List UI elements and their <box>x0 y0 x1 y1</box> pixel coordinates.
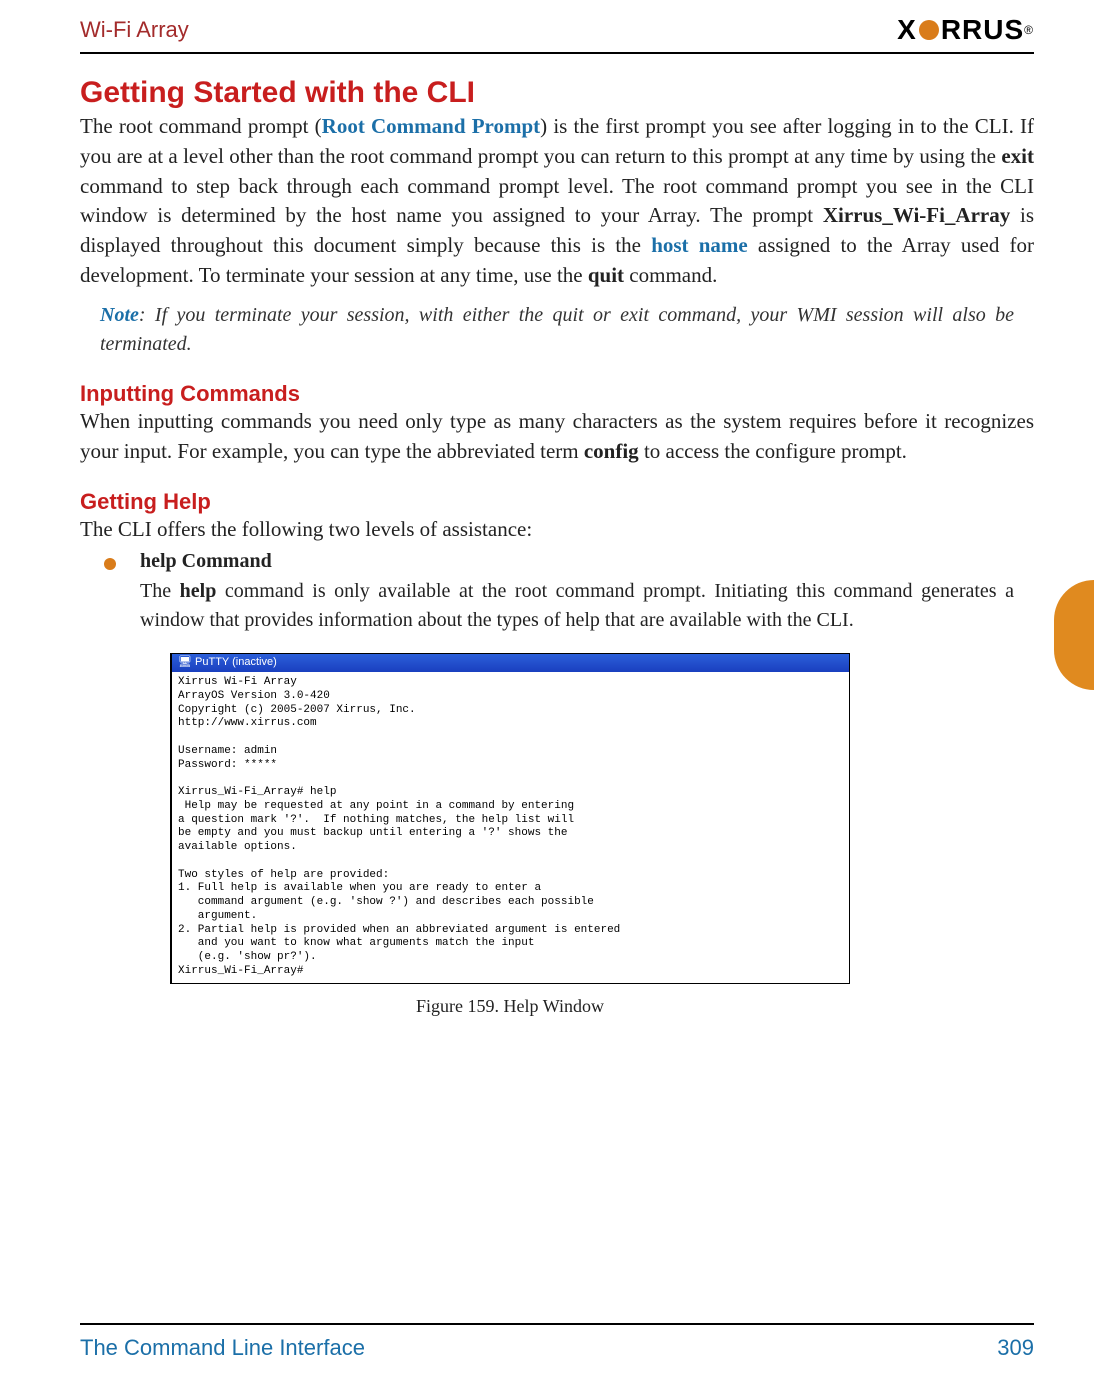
bullet-title-help-command: help Command <box>140 550 1034 573</box>
page: Wi-Fi Array X RRUS® Getting Started with … <box>0 0 1094 1375</box>
paragraph-inputting: When inputting commands you need only ty… <box>80 407 1034 467</box>
terminal-figure: 🖥 PuTTY (inactive) Xirrus Wi-Fi Array Ar… <box>170 653 850 1016</box>
logo-text-right: RRUS <box>941 14 1024 46</box>
heading-getting-started: Getting Started with the CLI <box>80 76 1034 110</box>
terminal-titlebar: 🖥 PuTTY (inactive) <box>172 654 849 672</box>
paragraph-intro: The root command prompt (Root Command Pr… <box>80 112 1034 291</box>
header-rule <box>80 52 1034 54</box>
bold-exit: exit <box>1001 144 1034 168</box>
product-name: Wi-Fi Array <box>80 17 189 43</box>
note-text: : If you terminate your session, with ei… <box>100 304 1014 355</box>
heading-getting-help: Getting Help <box>80 489 1034 515</box>
terminal-title: PuTTY (inactive) <box>195 656 277 668</box>
footer-rule <box>80 1323 1034 1325</box>
link-root-command-prompt[interactable]: Root Command Prompt <box>322 114 540 138</box>
page-number: 309 <box>997 1335 1034 1361</box>
list-item: help Command The help command is only av… <box>80 550 1034 635</box>
bold-help: help <box>180 580 217 602</box>
text: The <box>140 580 180 602</box>
logo-text-left: X <box>897 14 917 46</box>
footer-section: The Command Line Interface <box>80 1335 365 1361</box>
terminal-window: 🖥 PuTTY (inactive) Xirrus Wi-Fi Array Ar… <box>170 653 850 983</box>
text: to access the configure prompt. <box>639 439 907 463</box>
link-host-name[interactable]: host name <box>651 233 748 257</box>
paragraph-help-intro: The CLI offers the following two levels … <box>80 515 1034 545</box>
note-block: Note: If you terminate your session, wit… <box>100 301 1014 359</box>
terminal-content: Xirrus Wi-Fi Array ArrayOS Version 3.0-4… <box>172 672 849 983</box>
side-tab-icon <box>1054 580 1094 690</box>
bold-quit: quit <box>588 263 624 287</box>
brand-logo: X RRUS® <box>897 14 1034 46</box>
text: command. <box>624 263 717 287</box>
footer-row: The Command Line Interface 309 <box>80 1335 1034 1361</box>
putty-icon: 🖥 <box>178 656 192 668</box>
header-row: Wi-Fi Array X RRUS® <box>80 0 1034 46</box>
bold-prompt-name: Xirrus_Wi-Fi_Array <box>823 203 1010 227</box>
text: The root command prompt ( <box>80 114 322 138</box>
heading-inputting-commands: Inputting Commands <box>80 381 1034 407</box>
logo-trademark: ® <box>1024 23 1034 37</box>
bullet-body: The help command is only available at th… <box>140 577 1034 635</box>
help-list: help Command The help command is only av… <box>80 550 1034 635</box>
figure-caption: Figure 159. Help Window <box>170 996 850 1017</box>
note-label: Note <box>100 304 139 326</box>
text: command is only available at the root co… <box>140 580 1014 631</box>
logo-dot-icon <box>919 20 939 40</box>
bold-config: config <box>584 439 639 463</box>
